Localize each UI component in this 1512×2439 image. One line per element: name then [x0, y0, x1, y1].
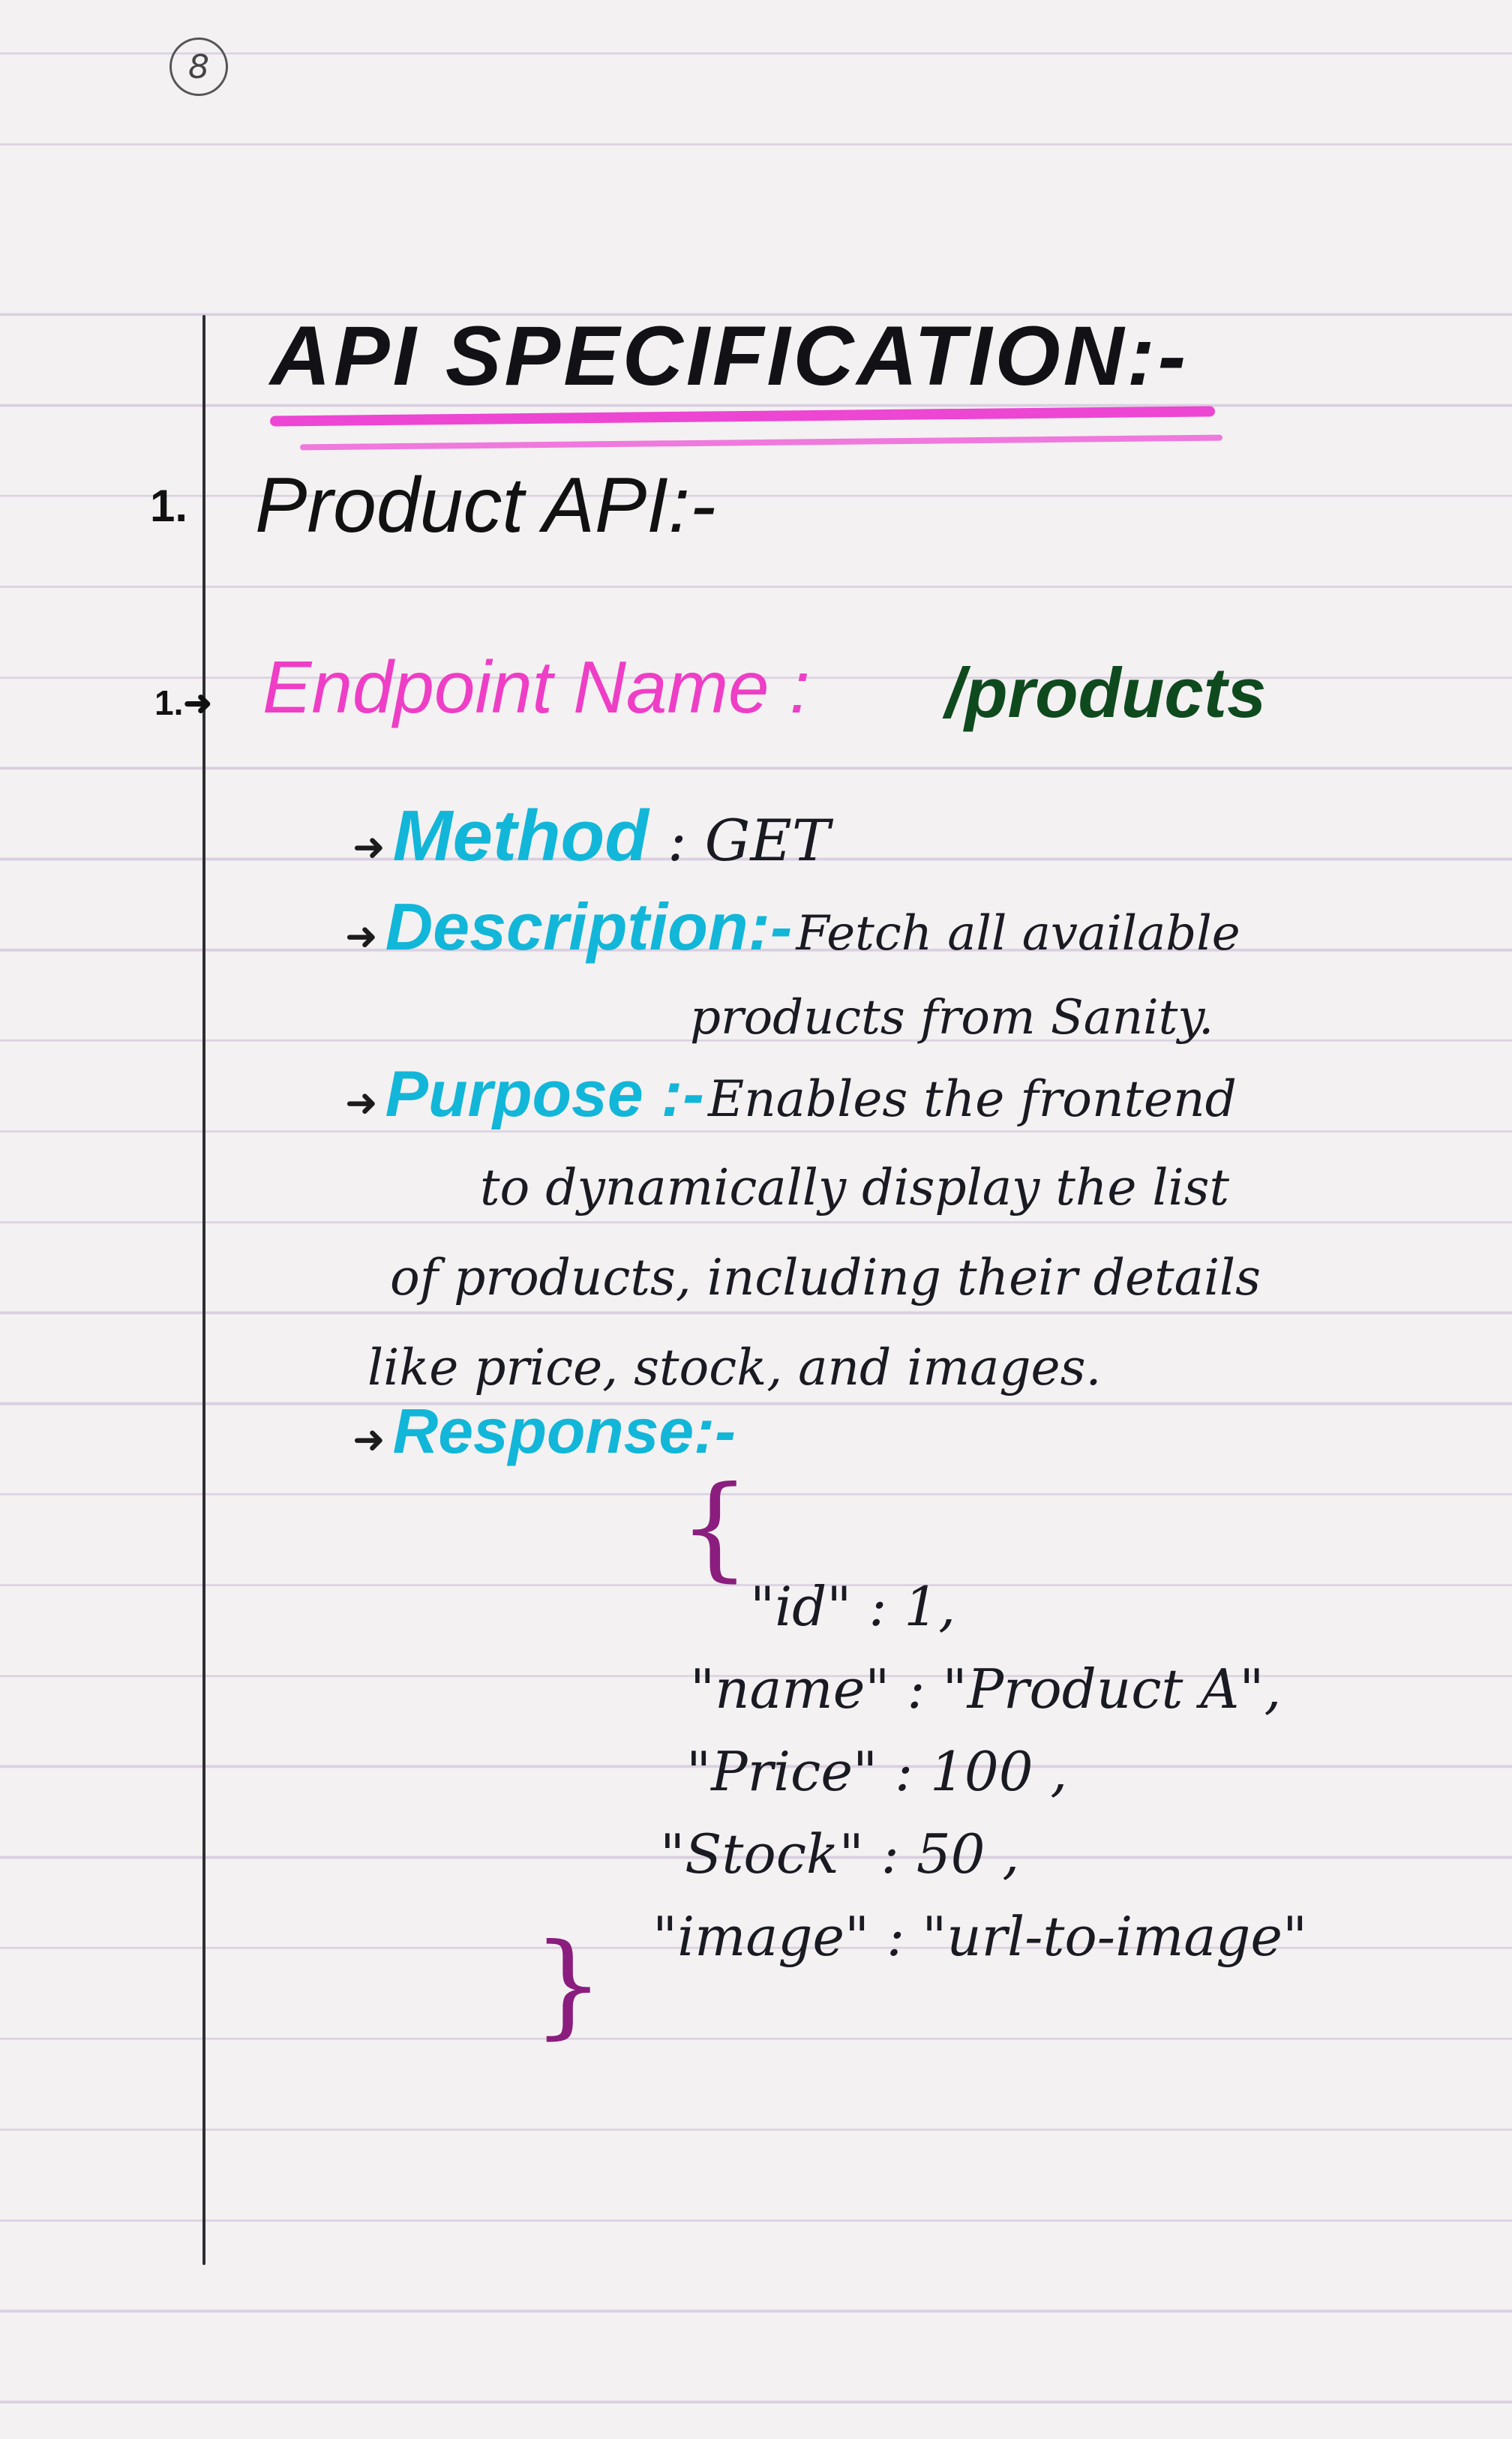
purpose-line-3: of products, including their details — [390, 1249, 1262, 1306]
purpose-label: Purpose :- — [385, 1058, 704, 1130]
purpose-line-4: like price, stock, and images. — [368, 1339, 1102, 1396]
method-row: ➜ Method : GET — [352, 795, 830, 878]
description-label: Description:- — [385, 890, 793, 964]
response-line-price: "Price" : 100 , — [686, 1740, 1068, 1803]
section-heading: Product API:- — [255, 462, 716, 549]
arrow-icon: ➜ — [183, 683, 212, 722]
purpose-line-1: Enables the frontend — [707, 1070, 1237, 1128]
response-label: Response:- — [392, 1396, 736, 1466]
endpoint-value: /products — [945, 653, 1267, 732]
description-line-1: Fetch all available — [796, 906, 1240, 962]
arrow-icon: ➜ — [345, 914, 378, 959]
arrow-icon: ➜ — [352, 1418, 386, 1462]
arrow-icon: ➜ — [345, 1081, 378, 1126]
open-brace: { — [679, 1462, 751, 1593]
page-number: 8 — [170, 38, 228, 96]
close-brace: } — [532, 1920, 604, 2050]
margin-line — [202, 315, 206, 2265]
endpoint-label: Endpoint Name : — [262, 646, 810, 728]
response-line-stock: "Stock" : 50 , — [660, 1822, 1020, 1886]
purpose-line-2: to dynamically display the list — [480, 1159, 1229, 1216]
section-number: 1. — [150, 481, 188, 531]
response-line-image: "image" : "url-to-image" — [652, 1905, 1308, 1968]
response-row: ➜ Response:- — [352, 1395, 736, 1468]
method-label: Method — [392, 796, 649, 876]
endpoint-number-text: 1. — [154, 683, 184, 722]
response-line-name: "name" : "Product A", — [690, 1658, 1282, 1720]
description-row: ➜ Description:- Fetch all available — [345, 889, 1240, 965]
method-value: : GET — [667, 807, 830, 874]
purpose-row: ➜ Purpose :- Enables the frontend — [345, 1058, 1237, 1132]
arrow-icon: ➜ — [352, 825, 386, 870]
endpoint-number: 1.➜ — [154, 682, 212, 723]
page-title: API SPECIFICATION:- — [270, 309, 1190, 403]
description-line-2: products from Sanity. — [690, 990, 1214, 1046]
response-line-id: "id" : 1, — [750, 1575, 956, 1638]
